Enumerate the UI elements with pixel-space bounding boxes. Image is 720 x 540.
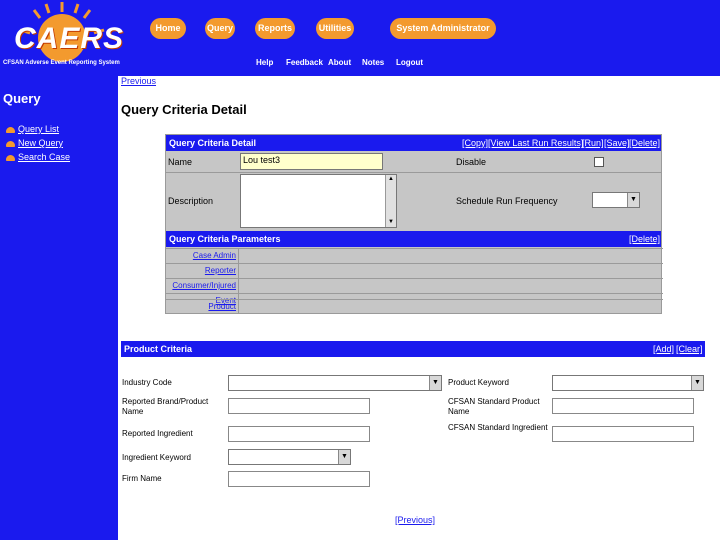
description-label: Description	[168, 196, 214, 206]
orange-bullet-icon	[6, 126, 15, 133]
previous-link-top[interactable]: Previous	[121, 76, 156, 86]
reported-ingredient-input[interactable]	[228, 426, 370, 442]
query-criteria-detail-panel: Query Criteria Detail [Copy] [View Last …	[165, 134, 663, 314]
detail-header-bar: Query Criteria Detail [Copy] [View Last …	[166, 135, 661, 151]
chevron-down-icon[interactable]: ▼	[691, 376, 703, 390]
caers-logo: CAERS CFSAN Adverse Event Reporting Syst…	[0, 0, 123, 76]
product-link[interactable]: Product	[208, 302, 236, 311]
description-textarea[interactable]	[240, 174, 397, 228]
nav-logout[interactable]: Logout	[396, 58, 423, 67]
reported-ingredient-label: Reported Ingredient	[122, 429, 193, 438]
parameter-row-product: Product	[166, 299, 663, 314]
parameters-header-bar: Query Criteria Parameters [Delete]	[166, 231, 661, 247]
orange-bullet-icon	[6, 140, 15, 147]
chevron-down-icon[interactable]: ▼	[338, 450, 350, 464]
reporter-link[interactable]: Reporter	[205, 266, 236, 275]
product-keyword-label: Product Keyword	[448, 378, 509, 387]
clear-link[interactable]: [Clear]	[676, 344, 703, 354]
case-admin-link[interactable]: Case Admin	[193, 251, 236, 260]
nav-home[interactable]: Home	[150, 18, 186, 39]
reported-brand-label: Reported Brand/Product Name	[122, 397, 209, 416]
sidebar-item-label: Search Case	[18, 152, 71, 162]
disable-checkbox[interactable]	[594, 157, 604, 167]
sidebar-heading: Query	[3, 91, 41, 106]
cfsan-product-name-input[interactable]	[552, 398, 694, 414]
parameters-delete-link[interactable]: [Delete]	[629, 234, 660, 244]
chevron-down-icon[interactable]: ▼	[429, 376, 441, 390]
previous-link-bottom[interactable]: [Previous]	[395, 515, 435, 525]
scroll-down-icon[interactable]: ▼	[386, 218, 396, 227]
nav-feedback[interactable]: Feedback	[286, 58, 323, 67]
logo-subtitle: CFSAN Adverse Event Reporting System	[3, 60, 120, 66]
firm-name-label: Firm Name	[122, 474, 162, 483]
delete-link[interactable]: [Delete]	[629, 138, 660, 148]
sidebar-item-new-query[interactable]: New Query	[6, 138, 63, 148]
orange-bullet-icon	[6, 154, 15, 161]
name-label: Name	[168, 157, 193, 167]
sidebar: Query Query List New Query Search Case	[0, 76, 118, 540]
parameters-bar-title: Query Criteria Parameters	[169, 234, 281, 244]
parameter-row-case-admin: Case Admin	[166, 248, 663, 263]
schedule-run-frequency-select[interactable]: ▼	[592, 192, 640, 208]
disable-label: Disable	[456, 157, 487, 167]
industry-code-select[interactable]: ▼	[228, 375, 442, 391]
nav-system-administrator[interactable]: System Administrator	[390, 18, 496, 39]
cfsan-ingredient-label: CFSAN Standard Ingredient	[448, 423, 548, 432]
product-keyword-select[interactable]: ▼	[552, 375, 704, 391]
description-scrollbar[interactable]: ▲ ▼	[385, 175, 396, 227]
ingredient-keyword-select[interactable]: ▼	[228, 449, 351, 465]
scroll-up-icon[interactable]: ▲	[386, 175, 396, 184]
run-link[interactable]: [Run]	[582, 138, 604, 148]
page-title: Query Criteria Detail	[121, 102, 247, 117]
logo-text: CAERS	[14, 22, 125, 55]
name-input[interactable]: Lou test3	[240, 153, 383, 170]
nav-utilities[interactable]: Utilities	[316, 18, 354, 39]
product-criteria-header-bar: Product Criteria [Add] [Clear]	[121, 341, 705, 357]
ingredient-keyword-label: Ingredient Keyword	[122, 453, 191, 462]
cfsan-ingredient-input[interactable]	[552, 426, 694, 442]
app-header: CAERS CFSAN Adverse Event Reporting Syst…	[0, 0, 720, 76]
sidebar-item-search-case[interactable]: Search Case	[6, 152, 70, 162]
nav-query[interactable]: Query	[205, 18, 235, 39]
firm-name-input[interactable]	[228, 471, 370, 487]
parameter-row-consumer-injured: Consumer/Injured	[166, 278, 663, 293]
nav-notes[interactable]: Notes	[362, 58, 384, 67]
industry-code-label: Industry Code	[122, 378, 172, 387]
divider	[166, 172, 661, 173]
sidebar-item-label: New Query	[18, 138, 64, 148]
nav-reports[interactable]: Reports	[255, 18, 295, 39]
sidebar-item-query-list[interactable]: Query List	[6, 124, 59, 134]
parameter-row-reporter: Reporter	[166, 263, 663, 278]
add-link[interactable]: [Add]	[653, 344, 674, 354]
copy-link[interactable]: [Copy]	[462, 138, 488, 148]
view-last-run-results-link[interactable]: [View Last Run Results]	[488, 138, 583, 148]
nav-help[interactable]: Help	[256, 58, 273, 67]
schedule-run-frequency-label: Schedule Run Frequency	[456, 196, 558, 206]
reported-brand-input[interactable]	[228, 398, 370, 414]
cfsan-product-name-label: CFSAN Standard Product Name	[448, 397, 540, 416]
save-link[interactable]: [Save]	[604, 138, 630, 148]
product-criteria-title: Product Criteria	[124, 344, 193, 354]
nav-about[interactable]: About	[328, 58, 351, 67]
sidebar-item-label: Query List	[18, 124, 60, 134]
chevron-down-icon[interactable]: ▼	[627, 193, 639, 207]
detail-bar-title: Query Criteria Detail	[169, 138, 257, 148]
consumer-injured-link[interactable]: Consumer/Injured	[172, 281, 236, 290]
